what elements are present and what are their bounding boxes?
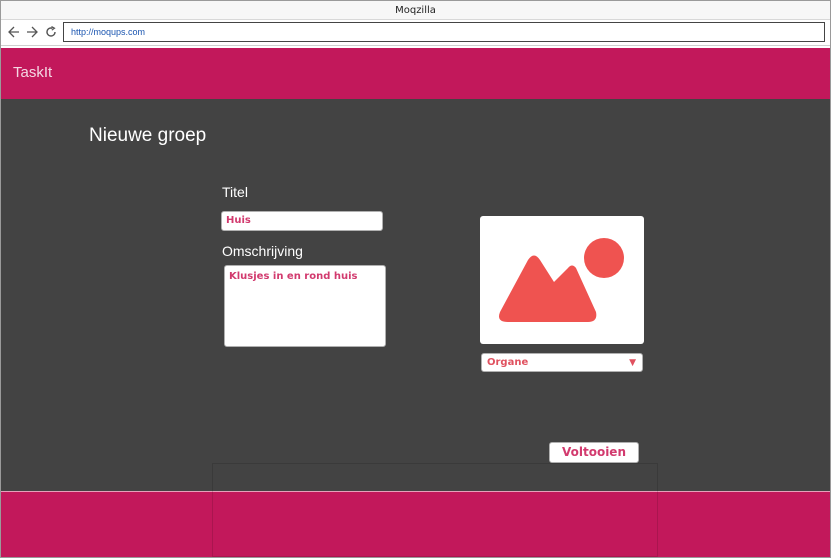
footer-panel-outline (212, 463, 658, 557)
forward-arrow-icon[interactable] (25, 25, 39, 39)
description-label: Omschrijving (222, 243, 303, 259)
back-arrow-icon[interactable] (7, 25, 21, 39)
title-label: Titel (222, 184, 248, 200)
submit-button[interactable]: Voltooien (549, 442, 639, 463)
window-title: Moqzilla (395, 5, 436, 16)
app-main: Nieuwe groep Titel Huis Omschrijving Klu… (1, 99, 830, 491)
reload-icon[interactable] (44, 25, 58, 39)
description-textarea[interactable]: Klusjes in en rond huis (224, 265, 386, 347)
color-select-value: Organe (487, 357, 529, 368)
url-bar[interactable]: http://moqups.com (63, 22, 825, 42)
dropdown-arrow-icon: ▼ (629, 358, 636, 368)
page-title: Nieuwe groep (89, 125, 207, 146)
browser-navbar: http://moqups.com (1, 20, 830, 46)
title-input[interactable]: Huis (221, 211, 383, 231)
url-text: http://moqups.com (71, 27, 146, 37)
app-brand[interactable]: TaskIt (13, 64, 52, 81)
window-titlebar: Moqzilla (1, 1, 830, 20)
image-upload[interactable] (480, 216, 644, 344)
browser-window: Moqzilla http://moqups.com TaskIt Nieuwe… (0, 0, 831, 558)
image-placeholder-icon (499, 238, 624, 322)
app-header: TaskIt (1, 48, 830, 99)
color-select[interactable]: Organe ▼ (481, 353, 643, 372)
